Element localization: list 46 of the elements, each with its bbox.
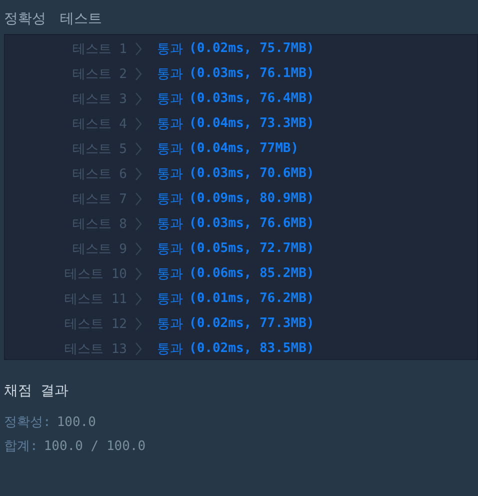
- test-detail: (0.02ms, 83.5MB): [189, 341, 314, 356]
- chevron-icon: [135, 266, 143, 280]
- test-detail: (0.05ms, 72.7MB): [189, 241, 314, 256]
- summary-label: 정확성:: [4, 414, 51, 431]
- test-detail: (0.02ms, 75.7MB): [189, 41, 314, 56]
- test-result: 통과: [157, 290, 183, 308]
- test-result: 통과: [157, 216, 183, 232]
- chevron-icon: [135, 116, 143, 130]
- test-detail: (0.03ms, 70.6MB): [189, 166, 314, 181]
- section-subtitle: 테스트: [60, 10, 102, 28]
- chevron-icon: [135, 42, 143, 56]
- chevron-icon: [135, 342, 143, 356]
- test-detail: (0.06ms, 85.2MB): [189, 266, 314, 281]
- test-result: 통과: [157, 266, 183, 282]
- test-result: 통과: [157, 316, 183, 332]
- test-result: 통과: [157, 40, 183, 58]
- test-detail: (0.01ms, 76.2MB): [189, 291, 314, 306]
- test-result: 통과: [157, 116, 183, 132]
- section-title: 정확성: [4, 10, 46, 28]
- test-detail: (0.09ms, 80.9MB): [189, 191, 314, 206]
- summary-value: 100.0 / 100.0: [44, 438, 146, 454]
- chevron-icon: [135, 92, 143, 106]
- chevron-icon: [135, 66, 143, 80]
- test-result: 통과: [157, 140, 183, 158]
- test-detail: (0.03ms, 76.1MB): [189, 66, 314, 81]
- test-result: 통과: [157, 166, 183, 182]
- chevron-icon: [135, 166, 143, 180]
- chevron-icon: [135, 242, 143, 256]
- chevron-icon: [135, 292, 143, 306]
- test-result: 통과: [157, 190, 183, 208]
- summary-value: 100.0: [56, 414, 96, 430]
- chevron-icon: [135, 142, 143, 156]
- chevron-icon: [135, 192, 143, 206]
- test-result: 통과: [157, 240, 183, 258]
- test-detail: (0.04ms, 77MB): [189, 141, 299, 156]
- test-detail: (0.02ms, 77.3MB): [189, 316, 314, 331]
- test-detail: (0.03ms, 76.6MB): [189, 216, 314, 231]
- test-detail: (0.03ms, 76.4MB): [189, 91, 314, 106]
- test-detail: (0.04ms, 73.3MB): [189, 116, 314, 131]
- test-result: 통과: [157, 90, 183, 108]
- summary-title: 채점 결과: [4, 382, 70, 400]
- summary-label: 합계:: [4, 438, 38, 455]
- test-result: 통과: [157, 340, 183, 358]
- chevron-icon: [135, 316, 143, 330]
- test-result: 통과: [157, 66, 183, 82]
- chevron-icon: [135, 216, 143, 230]
